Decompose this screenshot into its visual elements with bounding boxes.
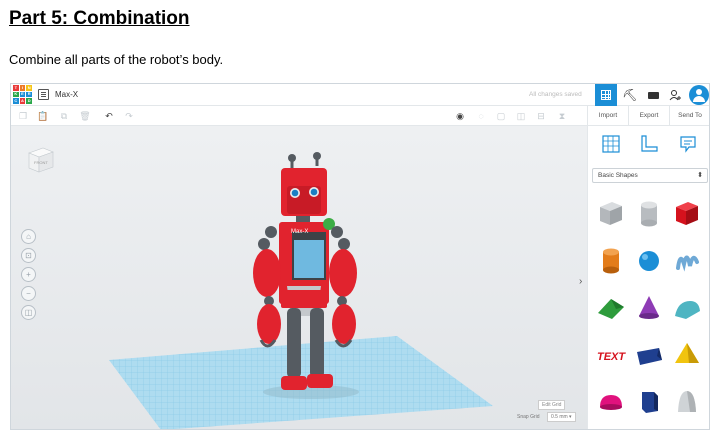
shape-box[interactable] — [668, 190, 706, 237]
polygon-icon — [642, 391, 658, 413]
3d-design-view-button[interactable] — [595, 84, 617, 106]
shape-text[interactable]: TEXT — [592, 331, 630, 378]
document-subtitle: Combine all parts of the robot’s body. — [9, 52, 224, 67]
save-status: All changes saved — [529, 91, 582, 98]
light-bulb-icon[interactable]: ◌ — [474, 109, 488, 123]
cylinder-icon — [603, 248, 619, 273]
shape-paraboloid[interactable] — [668, 378, 706, 425]
tinkercad-logo[interactable]: TINKER CAD — [13, 85, 32, 104]
cylinder-hole-icon — [641, 201, 657, 226]
snap-grid-select[interactable]: 0.5 mm ▾ — [547, 412, 576, 422]
logo-tile: D — [26, 98, 32, 104]
box-hole-icon — [600, 201, 622, 225]
logo-tile: R — [26, 91, 32, 98]
add-user-button[interactable] — [667, 84, 683, 106]
logo-tile: K — [13, 91, 19, 98]
shape-scribble[interactable] — [668, 237, 706, 284]
text-icon: TEXT — [597, 351, 626, 363]
collapse-panel-icon[interactable]: › — [579, 276, 582, 287]
document-title: Part 5: Combination — [9, 8, 190, 29]
shape-category-select[interactable]: Basic Shapes ⬍ — [592, 168, 708, 183]
sphere-icon — [639, 250, 659, 271]
notes-tool-button[interactable] — [678, 134, 698, 154]
mirror-icon[interactable]: ⧗ — [555, 109, 569, 123]
shapes-panel: Basic Shapes ⬍ TEXT — [587, 126, 709, 429]
shape-cylinder-hole[interactable] — [630, 190, 668, 237]
pyramid-icon — [675, 342, 699, 363]
workplane-scene: Max-X — [109, 152, 493, 429]
shape-pyramid[interactable] — [668, 331, 706, 378]
edit-grid-button[interactable]: Edit Grid — [538, 400, 566, 410]
export-button[interactable]: Export — [628, 106, 669, 125]
project-name[interactable]: Max-X — [55, 90, 78, 99]
box-icon — [676, 201, 698, 225]
logo-tile: E — [19, 91, 26, 98]
edit-toolbar: ❐ 📋 ⧉ 🗑 ↶ ↷ ◉ ◌ ▢ ◫ ⊟ ⧗ — [11, 106, 587, 126]
ruler-icon — [641, 135, 659, 152]
paraboloid-icon — [678, 390, 696, 412]
scribble-icon — [676, 255, 699, 272]
top-bar: TINKER CAD Max-X All changes saved ⛏ — [11, 84, 709, 106]
half-sphere-icon — [600, 394, 622, 410]
undo-icon[interactable]: ↶ — [102, 109, 116, 123]
shape-grid: TEXT — [592, 190, 708, 425]
shape-wedge[interactable] — [630, 331, 668, 378]
camera-icon[interactable]: ◉ — [453, 109, 467, 123]
blocks-view-button[interactable]: ⛏ — [621, 84, 639, 106]
ruler-tool-button[interactable] — [639, 134, 659, 154]
logo-tile: N — [26, 84, 32, 91]
avatar[interactable] — [689, 85, 709, 105]
chevron-updown-icon: ⬍ — [697, 172, 703, 179]
shape-polygon[interactable] — [630, 378, 668, 425]
workplane-area[interactable]: FRONT ⌂ ⊡ + − ◫ Max-X Edit Grid Snap Gri… — [11, 126, 587, 429]
bricks-view-button[interactable] — [645, 84, 661, 106]
copy-icon[interactable]: ❐ — [16, 109, 30, 123]
shape-category-label: Basic Shapes — [598, 172, 638, 179]
delete-icon[interactable]: 🗑 — [78, 109, 92, 123]
shape-roof[interactable] — [592, 284, 630, 331]
grid-icon — [601, 90, 611, 100]
send-to-button[interactable]: Send To — [669, 106, 709, 125]
robot-chest-label: Max-X — [291, 229, 308, 235]
workplane-tool-button[interactable] — [601, 134, 621, 154]
shape-cone[interactable] — [630, 284, 668, 331]
svg-text:TEXT: TEXT — [597, 351, 626, 363]
paste-icon[interactable]: 📋 — [36, 109, 50, 123]
wedge-icon — [637, 347, 662, 365]
logo-tile: A — [19, 98, 26, 104]
logo-tile: I — [19, 85, 26, 91]
tinkercad-screenshot: TINKER CAD Max-X All changes saved ⛏ ❐ 📋 … — [10, 83, 710, 430]
roof-icon — [598, 298, 624, 319]
round-roof-icon — [675, 300, 700, 319]
logo-tile: C — [13, 98, 19, 104]
shape-box-hole[interactable] — [592, 190, 630, 237]
brick-icon — [647, 91, 659, 99]
note-icon — [680, 136, 696, 153]
redo-icon[interactable]: ↷ — [122, 109, 136, 123]
cone-icon — [639, 295, 659, 319]
shape-cylinder[interactable] — [592, 237, 630, 284]
logo-tile: T — [13, 84, 19, 91]
align-icon[interactable]: ⊟ — [534, 109, 548, 123]
add-user-icon — [669, 89, 681, 100]
workplane-icon — [602, 135, 620, 153]
panel-tabs: Import Export Send To — [587, 106, 709, 126]
snap-grid-label: Snap Grid — [517, 414, 540, 420]
shape-round-roof[interactable] — [668, 284, 706, 331]
menu-icon[interactable] — [38, 89, 49, 100]
group-icon[interactable]: ▢ — [494, 109, 508, 123]
shape-sphere[interactable] — [630, 237, 668, 284]
duplicate-icon[interactable]: ⧉ — [57, 109, 71, 123]
ungroup-icon[interactable]: ◫ — [514, 109, 528, 123]
import-button[interactable]: Import — [587, 106, 628, 125]
shape-half-sphere[interactable] — [592, 378, 630, 425]
pickaxe-icon: ⛏ — [622, 88, 638, 102]
